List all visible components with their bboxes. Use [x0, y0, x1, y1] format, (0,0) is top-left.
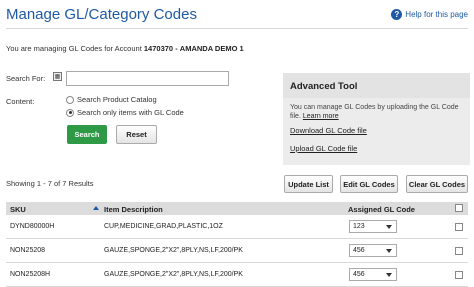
column-header-sku[interactable]: SKU	[10, 205, 26, 214]
advanced-tool-text: You can manage GL Codes by uploading the…	[283, 98, 470, 121]
gl-code-value[interactable]: 123	[353, 223, 365, 230]
sku-cell: NON25208	[10, 247, 46, 254]
gl-code-value[interactable]: 456	[353, 271, 365, 278]
description-cell: CUP,MEDICINE,GRAD,PLASTIC,1OZ	[104, 223, 223, 230]
description-cell: GAUZE,SPONGE,2"X2",8PLY,NS,LF,200/PK	[104, 271, 243, 278]
account-number: 1470370	[143, 44, 174, 53]
reset-button[interactable]: Reset	[116, 125, 157, 144]
advanced-tool-panel: Advanced Tool You can manage GL Codes by…	[283, 73, 470, 165]
radio-product-catalog[interactable]: Search Product Catalog	[66, 95, 157, 104]
table-row: NON25208H GAUZE,SPONGE,2"X2",8PLY,NS,LF,…	[6, 263, 468, 287]
radio-button[interactable]	[66, 95, 74, 104]
radio-button-selected[interactable]	[66, 108, 74, 117]
download-gl-code-link[interactable]: Download GL Code file	[290, 126, 367, 135]
gl-code-select[interactable]: 123	[349, 220, 397, 233]
row-checkbox[interactable]	[455, 247, 463, 255]
gl-code-select[interactable]: 456	[349, 244, 397, 257]
column-header-description: Item Description	[104, 205, 163, 214]
chevron-down-icon[interactable]	[386, 273, 392, 277]
account-separator: -	[175, 44, 178, 53]
chevron-down-icon[interactable]	[386, 249, 392, 253]
table-row: NON25208 GAUZE,SPONGE,2"X2",8PLY,NS,LF,2…	[6, 239, 468, 263]
search-label: Search For:	[6, 74, 46, 83]
table-header: SKU Item Description Assigned GL Code	[6, 202, 468, 215]
row-checkbox[interactable]	[455, 223, 463, 231]
sku-cell: DYND80000H	[10, 223, 55, 230]
row-checkbox[interactable]	[455, 271, 463, 279]
radio-label[interactable]: Search Product Catalog	[77, 95, 157, 104]
description-cell: GAUZE,SPONGE,2"X2",8PLY,NS,LF,200/PK	[104, 247, 243, 254]
content-label: Content:	[6, 97, 35, 106]
calendar-icon[interactable]: ▦	[53, 72, 62, 81]
update-list-button[interactable]: Update List	[284, 175, 333, 193]
help-link[interactable]: ? Help for this page	[391, 9, 468, 20]
account-name: AMANDA DEMO 1	[179, 44, 244, 53]
clear-gl-codes-button[interactable]: Clear GL Codes	[406, 175, 468, 193]
radio-gl-code-items[interactable]: Search only items with GL Code	[66, 108, 184, 117]
help-icon[interactable]: ?	[391, 9, 403, 20]
page-title: Manage GL/Category Codes	[6, 6, 197, 23]
upload-gl-code-link[interactable]: Upload GL Code file	[290, 144, 357, 153]
edit-gl-codes-button[interactable]: Edit GL Codes	[340, 175, 398, 193]
title-divider	[6, 28, 468, 29]
search-input[interactable]	[66, 71, 229, 86]
column-header-gl-code: Assigned GL Code	[348, 205, 415, 214]
account-prefix: You are managing GL Codes for Account	[6, 44, 142, 53]
sku-cell: NON25208H	[10, 271, 51, 278]
select-all-checkbox[interactable]	[455, 204, 463, 212]
table-row: DYND80000H CUP,MEDICINE,GRAD,PLASTIC,1OZ…	[6, 215, 468, 239]
radio-label[interactable]: Search only items with GL Code	[77, 108, 184, 117]
sort-ascending-icon[interactable]	[93, 206, 99, 210]
gl-code-select[interactable]: 456	[349, 268, 397, 281]
gl-code-value[interactable]: 456	[353, 247, 365, 254]
learn-more-link[interactable]: Learn more	[303, 113, 339, 120]
results-count: Showing 1 - 7 of 7 Results	[6, 179, 94, 188]
account-info: You are managing GL Codes for Account 14…	[6, 44, 244, 53]
help-link-label[interactable]: Help for this page	[405, 10, 468, 19]
search-button[interactable]: Search	[67, 125, 107, 144]
advanced-tool-title: Advanced Tool	[283, 73, 470, 98]
chevron-down-icon[interactable]	[386, 225, 392, 229]
